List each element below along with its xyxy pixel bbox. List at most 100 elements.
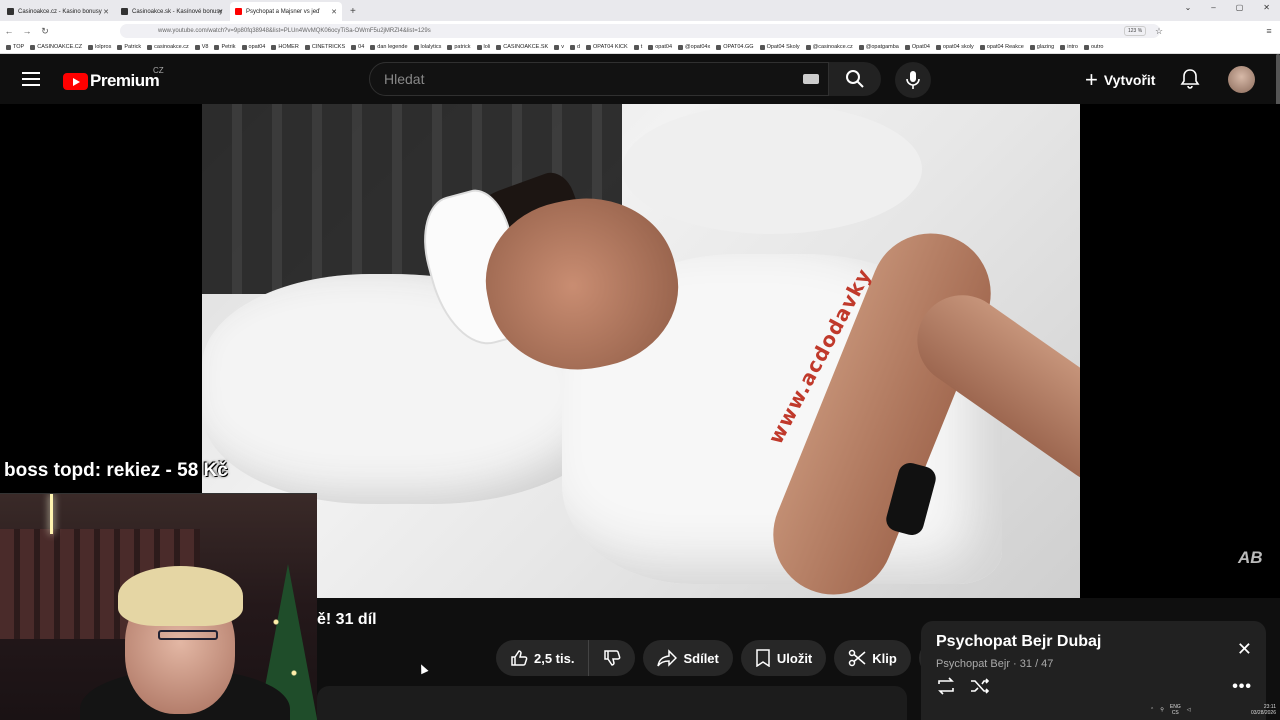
bookmark-item[interactable]: Petrik	[214, 44, 236, 50]
bookmark-item[interactable]: OPAT04.GG	[716, 44, 754, 50]
create-button[interactable]: + Vytvořit	[1085, 64, 1155, 96]
bookmark-item[interactable]: @casinoakce.cz	[805, 44, 853, 50]
browser-toolbar: ← → ↻ www.youtube.com/watch?v=9p80fq3894…	[0, 21, 1280, 41]
bookmark-label: loli	[483, 44, 491, 50]
mouse-cursor-icon	[417, 662, 429, 675]
playlist-more-icon[interactable]: •••	[1232, 678, 1252, 696]
bookmark-favicon-icon	[6, 44, 11, 50]
bookmark-item[interactable]: lolalytics	[413, 44, 442, 50]
bookmark-item[interactable]: OPAT04 KICK	[586, 44, 628, 50]
bookmark-item[interactable]: casinoakce.cz	[147, 44, 189, 50]
playlist-channel[interactable]: Psychopat Bejr	[936, 658, 1010, 670]
bookmark-item[interactable]: t	[633, 44, 642, 50]
tray-chevron-icon[interactable]: ⌃	[1150, 707, 1154, 713]
notifications-button[interactable]	[1180, 68, 1200, 95]
reload-icon[interactable]: ↻	[36, 26, 54, 37]
voice-search-button[interactable]	[895, 62, 931, 98]
bookmark-item[interactable]: @opat04x	[678, 44, 710, 50]
bookmark-item[interactable]: Patrick	[117, 44, 141, 50]
speaker-icon[interactable]: ◁	[1187, 707, 1191, 713]
minimize-icon[interactable]: –	[1211, 3, 1215, 12]
bookmark-item[interactable]: loli	[476, 44, 491, 50]
chevron-down-icon[interactable]: ⌄	[1185, 3, 1192, 12]
clip-button[interactable]: Klip	[834, 640, 911, 676]
bookmark-item[interactable]: Opat04	[904, 44, 930, 50]
close-tab-icon[interactable]: ✕	[103, 8, 109, 16]
new-tab-button[interactable]: +	[350, 2, 356, 21]
close-tab-icon[interactable]: ✕	[331, 8, 337, 16]
address-bar[interactable]: www.youtube.com/watch?v=9p80fq38948&list…	[120, 24, 1160, 38]
bookmark-item[interactable]: d	[569, 44, 580, 50]
bookmark-item[interactable]: dan legende	[370, 44, 408, 50]
mic-icon	[906, 71, 920, 89]
avatar[interactable]	[1228, 66, 1255, 93]
search-button[interactable]	[829, 62, 881, 96]
tab-title: Psychopat a Majsner vs jeď	[246, 8, 320, 15]
browser-tab-youtube[interactable]: Psychopat a Majsner vs jeď ✕	[230, 2, 342, 21]
bookmark-item[interactable]: CASINOAKCE.CZ	[30, 44, 82, 50]
bookmark-item[interactable]: outro	[1083, 44, 1103, 50]
description-panel[interactable]	[317, 686, 907, 720]
share-button[interactable]: Sdílet	[643, 640, 733, 676]
hamburger-icon[interactable]	[22, 72, 40, 86]
system-tray: ⌃ ⚲ ENG CS ◁ 23:11 03/28/2026	[1150, 700, 1280, 720]
keyboard-icon[interactable]	[803, 74, 819, 84]
bookmark-item[interactable]: CASINOAKCE.SK	[496, 44, 548, 50]
bookmark-item[interactable]: opat04	[241, 44, 265, 50]
bookmark-label: dan legende	[377, 44, 408, 50]
bookmarks-bar: TOP CASINOAKCE.CZ lolpros Patrick casinoakce…	[0, 41, 1280, 54]
bookmark-item[interactable]: Opat04 Skoly	[759, 44, 800, 50]
zoom-level[interactable]: 123 %	[1124, 26, 1147, 36]
video-frame[interactable]: www.acdodavky	[202, 104, 1080, 598]
bookmark-item[interactable]: patrick	[447, 44, 471, 50]
loop-icon[interactable]	[936, 677, 956, 695]
bookmark-label: lolalytics	[420, 44, 442, 50]
dislike-button[interactable]	[589, 640, 635, 676]
bookmark-favicon-icon	[1029, 44, 1035, 50]
forward-icon[interactable]: →	[18, 26, 36, 36]
bookmark-item[interactable]: v	[554, 44, 564, 50]
bookmark-item[interactable]: CINETRICKS	[304, 44, 345, 50]
bookmark-item[interactable]: opat04 Reakce	[979, 44, 1024, 50]
bookmark-label: Patrick	[124, 44, 142, 50]
language-indicator[interactable]: ENG CS	[1170, 704, 1181, 716]
close-icon[interactable]: ✕	[1237, 639, 1252, 660]
bookmark-star-icon[interactable]: ☆	[1150, 26, 1168, 37]
bookmark-favicon-icon	[241, 44, 247, 50]
back-icon[interactable]: ←	[0, 26, 18, 36]
bookmark-item[interactable]: opat04	[648, 44, 672, 50]
save-button[interactable]: Uložit	[740, 640, 827, 676]
bookmark-item[interactable]: lolpros	[88, 44, 111, 50]
bookmark-label: patrick	[454, 44, 471, 50]
playlist-title[interactable]: Psychopat Bejr Dubaj	[936, 633, 1101, 651]
close-tab-icon[interactable]: ✕	[217, 8, 223, 16]
bookmark-item[interactable]: TOP	[6, 44, 24, 50]
youtube-premium-logo[interactable]: Premium CZ	[63, 66, 164, 91]
bookmark-item[interactable]: opat04 skoly	[935, 44, 974, 50]
browser-tab-casinoakce-cz[interactable]: Casinoakce.cz - Kasino bonusy ✕	[2, 2, 114, 21]
network-icon[interactable]: ⚲	[1160, 707, 1164, 713]
bookmark-item[interactable]: HOMER	[271, 44, 299, 50]
window-controls: ⌄ – ▢ ✕	[1185, 3, 1270, 12]
bookmark-item[interactable]: 04	[351, 44, 364, 50]
share-icon	[657, 649, 678, 667]
shuffle-icon[interactable]	[970, 677, 990, 695]
close-window-icon[interactable]: ✕	[1263, 3, 1270, 12]
bookmark-item[interactable]: glazing	[1029, 44, 1054, 50]
bookmark-favicon-icon	[716, 44, 722, 50]
bookmark-item[interactable]: V8	[194, 44, 208, 50]
bookmark-favicon-icon	[147, 44, 153, 50]
clock[interactable]: 23:11 03/28/2026	[1251, 704, 1280, 716]
browser-menu-icon[interactable]: ≡	[1260, 26, 1278, 36]
search-input[interactable]: Hledat	[369, 62, 829, 96]
lang-bottom: CS	[1171, 710, 1179, 716]
maximize-icon[interactable]: ▢	[1236, 3, 1244, 12]
bookmark-favicon-icon	[1060, 44, 1066, 50]
bookmark-item[interactable]: @opatgamba	[858, 44, 899, 50]
bookmark-label: Petrik	[221, 44, 236, 50]
browser-tab-casinoakce-sk[interactable]: Casinoakce.sk - Kasínové bonusy ✕	[116, 2, 228, 21]
bookmark-favicon-icon	[1083, 44, 1089, 50]
bookmark-item[interactable]: intro	[1060, 44, 1078, 50]
like-button[interactable]: 2,5 tis.	[496, 640, 590, 676]
bookmark-label: opat04	[655, 44, 673, 50]
